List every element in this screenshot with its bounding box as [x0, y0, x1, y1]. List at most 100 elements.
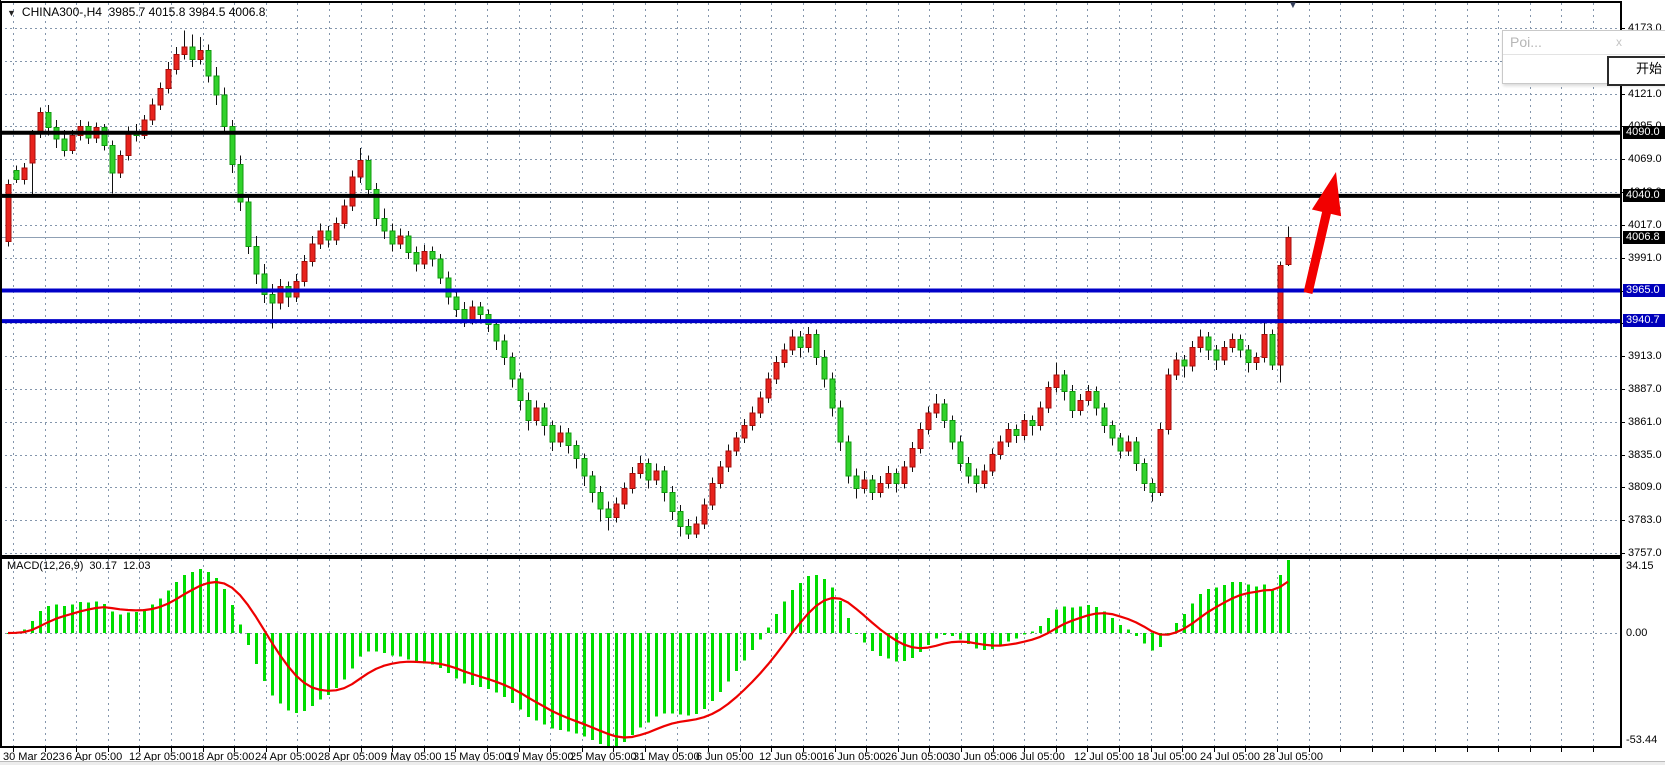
candle: [310, 244, 315, 262]
candle: [1158, 429, 1163, 492]
macd-bar: [647, 633, 650, 722]
price-axis-label: 3757.0: [1628, 547, 1662, 559]
candle: [926, 413, 931, 429]
candle: [382, 219, 387, 232]
candle: [782, 350, 787, 363]
macd-axis-label: -53.44: [1626, 734, 1657, 746]
macd-bar: [495, 633, 498, 692]
close-icon[interactable]: x: [1616, 35, 1622, 49]
macd-bar: [863, 633, 866, 642]
macd-bar: [191, 572, 194, 633]
chart-shift-marker-icon[interactable]: ▼: [1288, 0, 1298, 11]
ohlc-values: 3985.7 4015.8 3984.5 4006.8: [109, 5, 266, 19]
macd-bar: [303, 633, 306, 711]
price-badge: 4040.0: [1623, 189, 1665, 202]
candle: [822, 357, 827, 378]
macd-bar: [511, 633, 514, 703]
popup-title-bar[interactable]: Poi... x: [1503, 31, 1665, 55]
macd-bar: [199, 569, 202, 633]
candle: [686, 526, 691, 534]
candle: [62, 139, 67, 150]
candle: [158, 89, 163, 105]
candle: [102, 128, 107, 146]
candle: [206, 51, 211, 76]
macd-bar: [663, 633, 666, 714]
macd-bar: [575, 633, 578, 733]
price-axis-label: 3861.0: [1628, 416, 1662, 428]
candle: [918, 429, 923, 448]
macd-bar: [615, 633, 618, 746]
candle: [718, 467, 723, 483]
candle: [270, 294, 275, 303]
candle: [1142, 463, 1147, 483]
candle: [502, 341, 507, 357]
candle-wicks: [9, 31, 1289, 540]
candle: [974, 476, 979, 484]
macd-bar: [519, 633, 522, 710]
macd-histogram: [7, 560, 1290, 747]
macd-bar: [1143, 633, 1146, 644]
macd-bar: [535, 633, 538, 720]
candle: [182, 47, 187, 55]
macd-bar: [183, 575, 186, 633]
candle: [1150, 484, 1155, 493]
chart-canvas[interactable]: [0, 0, 1665, 765]
candle: [1006, 429, 1011, 442]
macd-bar: [983, 633, 986, 650]
candle: [446, 278, 451, 297]
macd-bar: [687, 633, 690, 716]
macd-bar: [87, 603, 90, 633]
macd-bar: [1047, 618, 1050, 633]
candle: [542, 408, 547, 426]
symbol-dropdown-icon[interactable]: ▼: [7, 8, 16, 18]
macd-bar: [703, 633, 706, 709]
macd-bar: [47, 606, 50, 633]
candle: [214, 76, 219, 95]
macd-bar: [63, 606, 66, 633]
macd-bar: [327, 633, 330, 695]
macd-bar: [119, 614, 122, 633]
macd-bar: [959, 633, 962, 639]
macd-bar: [775, 614, 778, 633]
candle: [934, 404, 939, 413]
candle: [14, 171, 19, 180]
macd-bar: [39, 611, 42, 633]
macd-bar: [375, 633, 378, 651]
macd-bar: [823, 579, 826, 633]
candle: [862, 480, 867, 489]
candle: [22, 168, 27, 179]
macd-bar: [343, 633, 346, 680]
macd-axis-label: 34.15: [1626, 560, 1654, 572]
macd-bar: [655, 633, 658, 716]
candle: [430, 251, 435, 259]
candle: [958, 442, 963, 463]
macd-bar: [1263, 584, 1266, 633]
candle: [614, 504, 619, 518]
candle: [894, 473, 899, 483]
candle: [734, 438, 739, 451]
candle: [990, 455, 995, 471]
candle: [846, 442, 851, 476]
macd-bar: [1287, 560, 1290, 633]
candle: [38, 113, 43, 133]
candle: [998, 442, 1003, 455]
candle: [6, 184, 11, 241]
macd-bar: [503, 633, 506, 697]
macd-bar: [31, 621, 34, 633]
macd-bar: [79, 602, 82, 633]
candle: [510, 357, 515, 378]
macd-bar: [143, 609, 146, 633]
candle: [1246, 350, 1251, 363]
price-badge: 3965.0: [1623, 284, 1665, 297]
chart-window: ▼CHINA300-,H4 3985.7 4015.8 3984.5 4006.…: [0, 0, 1665, 765]
script-popup-window: Poi... x 开始: [1502, 30, 1665, 84]
start-button[interactable]: 开始: [1607, 56, 1665, 86]
candle: [318, 231, 323, 244]
macd-bar: [1095, 607, 1098, 633]
macd-main-value: 30.17: [89, 560, 117, 572]
price-badge: 3940.7: [1623, 314, 1665, 327]
macd-bar: [463, 633, 466, 683]
candle: [246, 202, 251, 246]
candle: [1238, 340, 1243, 350]
price-axis-label: 3887.0: [1628, 383, 1662, 395]
